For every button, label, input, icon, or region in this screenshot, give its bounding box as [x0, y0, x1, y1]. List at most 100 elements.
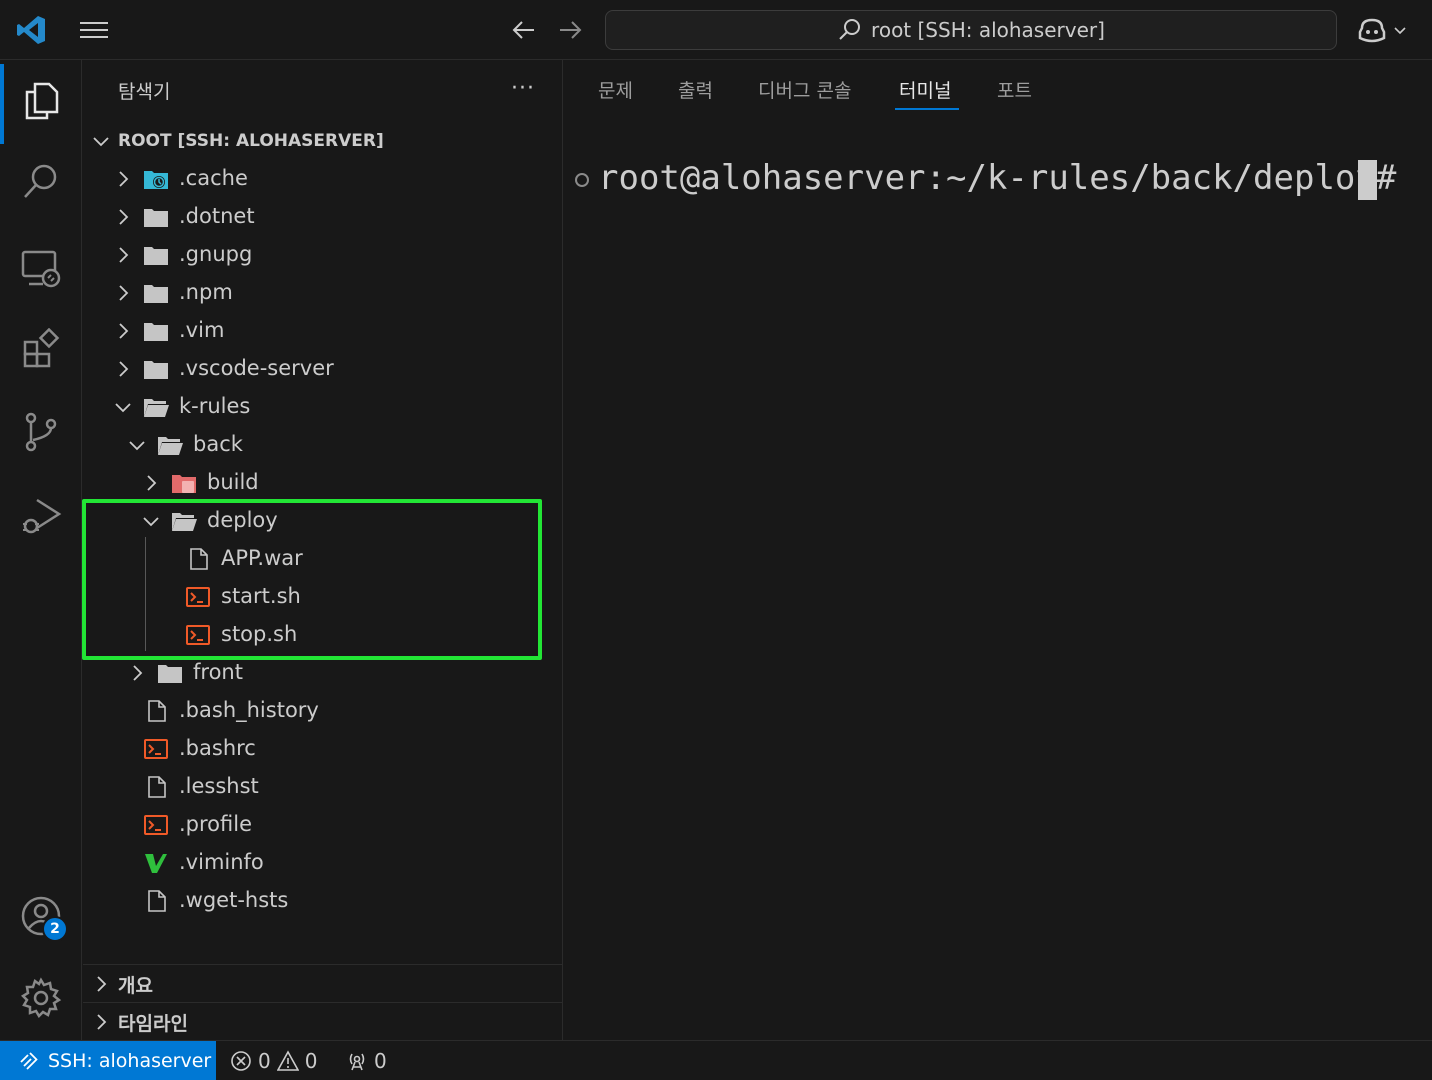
folder-icon	[158, 665, 182, 683]
activity-extensions[interactable]	[0, 312, 82, 388]
tree-item-label: .bashrc	[179, 736, 256, 760]
tree-item-label: .npm	[179, 280, 233, 304]
file-row-bashrc[interactable]: .bashrc	[83, 730, 563, 768]
chevron-right-icon	[119, 171, 129, 187]
accounts-badge: 2	[42, 916, 68, 942]
chevron-right-icon	[119, 209, 129, 225]
tree-item-label: .gnupg	[179, 242, 253, 266]
section-timeline[interactable]: 타임라인	[83, 1002, 563, 1040]
source-control-icon	[25, 412, 57, 452]
folder-row-deploy[interactable]: deploy	[83, 502, 563, 540]
folder-row-k-rules[interactable]: k-rules	[83, 388, 563, 426]
file-row-stop-sh[interactable]: stop.sh	[83, 616, 563, 654]
file-row-lesshst[interactable]: .lesshst	[83, 768, 563, 806]
folder-row-cache[interactable]: .cache	[83, 160, 563, 198]
folder-row-front[interactable]: front	[83, 654, 563, 692]
copilot-icon	[1358, 18, 1386, 43]
build-folder-icon	[172, 475, 196, 493]
folder-row-back[interactable]: back	[83, 426, 563, 464]
tab-debug-console[interactable]: 디버그 콘솔	[758, 76, 851, 103]
vscode-logo-icon[interactable]	[14, 13, 48, 47]
tab-output[interactable]: 출력	[678, 76, 713, 103]
tab-terminal[interactable]: 터미널	[899, 76, 951, 103]
activity-remote-explorer[interactable]	[0, 230, 82, 306]
activity-accounts[interactable]	[0, 878, 82, 954]
remote-indicator[interactable]: SSH: alohaserver	[0, 1041, 216, 1080]
shell-script-icon	[144, 815, 168, 835]
chevron-down-icon	[1394, 27, 1406, 35]
copilot-menu[interactable]	[1356, 14, 1416, 46]
file-icon	[148, 776, 166, 798]
search-icon	[24, 164, 57, 198]
file-row-wget-hsts[interactable]: .wget-hsts	[83, 882, 563, 920]
back-arrow-icon[interactable]	[510, 16, 538, 44]
activity-source-control[interactable]	[0, 394, 82, 470]
folder-icon	[144, 323, 168, 341]
chevron-right-icon	[119, 247, 129, 263]
tree-item-label: .cache	[179, 166, 248, 190]
chevron-right-icon	[147, 475, 157, 491]
error-icon	[231, 1051, 251, 1071]
extensions-icon	[23, 328, 60, 368]
chevron-right-icon	[119, 361, 129, 377]
activity-run-debug[interactable]	[0, 478, 82, 554]
chevron-right-icon	[119, 323, 129, 339]
problems-indicator[interactable]: 0 0	[230, 1041, 317, 1080]
tree-item-label: k-rules	[179, 394, 251, 418]
file-row-profile[interactable]: .profile	[83, 806, 563, 844]
more-actions-button[interactable]: ···	[511, 76, 535, 101]
forward-arrow-icon[interactable]	[556, 16, 584, 44]
explorer-sidebar: 탐색기 ··· ROOT [SSH: ALOHASERVER] .cache .d…	[83, 60, 563, 1040]
command-center-label: root [SSH: alohaserver]	[871, 18, 1105, 42]
chevron-down-icon	[143, 517, 159, 527]
folder-icon	[144, 361, 168, 379]
terminal-cursor	[1358, 160, 1377, 200]
folder-row-npm[interactable]: .npm	[83, 274, 563, 312]
ports-indicator[interactable]: 0	[346, 1041, 387, 1080]
folder-open-icon	[144, 399, 169, 417]
chevron-right-icon	[119, 285, 129, 301]
workspace-root-header[interactable]: ROOT [SSH: ALOHASERVER]	[83, 122, 563, 160]
tree-item-label: deploy	[207, 508, 278, 532]
activity-search[interactable]	[0, 144, 82, 220]
tree-item-label: start.sh	[221, 584, 301, 608]
remote-label: SSH: alohaserver	[48, 1050, 212, 1072]
terminal-decoration-icon	[575, 173, 589, 187]
tree-item-label: .lesshst	[179, 774, 259, 798]
folder-row-build[interactable]: build	[83, 464, 563, 502]
cache-folder-icon	[144, 171, 168, 189]
chevron-right-icon	[133, 665, 143, 681]
warning-icon	[276, 1050, 299, 1071]
file-row-bash-history[interactable]: .bash_history	[83, 692, 563, 730]
folder-row-dotnet[interactable]: .dotnet	[83, 198, 563, 236]
hamburger-menu-icon[interactable]	[78, 18, 110, 42]
command-center[interactable]: root [SSH: alohaserver]	[605, 10, 1337, 50]
terminal-prompt[interactable]: root@alohaserver:~/k-rules/back/deploy#	[598, 158, 1396, 198]
bottom-panel: 문제 출력 디버그 콘솔 터미널 포트	[564, 60, 1432, 1040]
broadcast-icon	[349, 1053, 365, 1071]
file-row-viminfo[interactable]: .viminfo	[83, 844, 563, 882]
activity-settings[interactable]	[0, 960, 82, 1036]
tree-item-label: front	[193, 660, 243, 684]
section-outline[interactable]: 개요	[83, 964, 563, 1002]
ports-count: 0	[374, 1049, 387, 1073]
folder-row-vscode-server[interactable]: .vscode-server	[83, 350, 563, 388]
tree-item-label: APP.war	[221, 546, 303, 570]
section-outline-label: 개요	[118, 975, 153, 997]
warning-count: 0	[304, 1049, 318, 1073]
tab-ports[interactable]: 포트	[997, 76, 1032, 103]
folder-row-vim[interactable]: .vim	[83, 312, 563, 350]
file-row-app-war[interactable]: APP.war	[83, 540, 563, 578]
activity-bar: 2	[0, 60, 82, 1040]
folder-row-gnupg[interactable]: .gnupg	[83, 236, 563, 274]
search-icon	[839, 19, 861, 40]
file-row-start-sh[interactable]: start.sh	[83, 578, 563, 616]
shell-script-icon	[186, 625, 210, 645]
activity-explorer[interactable]	[0, 62, 82, 144]
explorer-title: 탐색기	[118, 81, 171, 103]
active-tab-indicator	[895, 108, 959, 110]
indent-guide	[145, 537, 146, 651]
file-icon	[148, 890, 166, 912]
tab-problems[interactable]: 문제	[598, 76, 633, 103]
run-debug-icon	[23, 498, 62, 534]
